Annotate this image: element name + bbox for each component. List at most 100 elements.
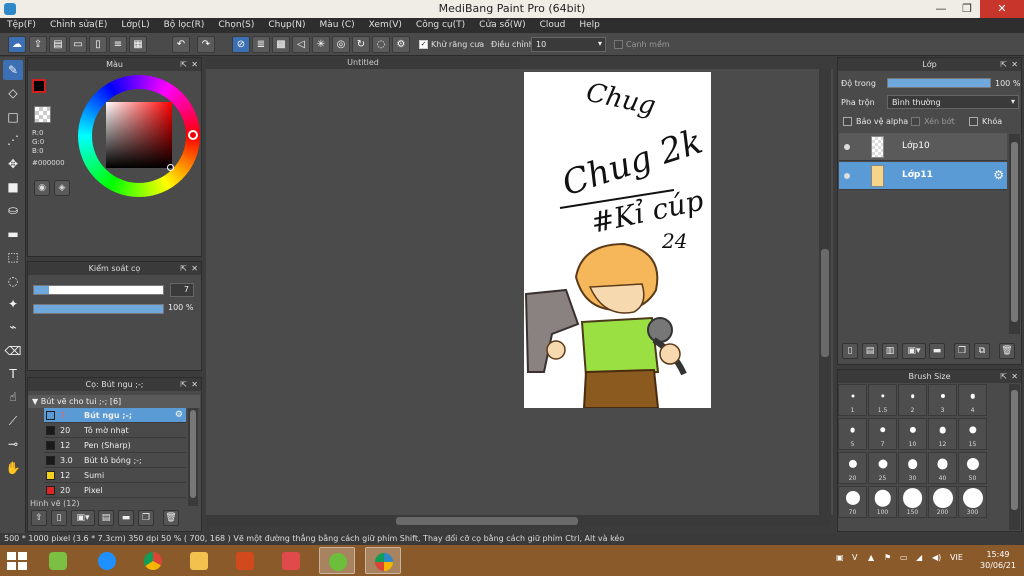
brush-opacity-slider[interactable] (33, 304, 164, 314)
layer-row[interactable]: Lớp10 (839, 133, 1007, 161)
divide-tool-icon[interactable]: ⟋ (3, 411, 23, 431)
tray-network-icon[interactable]: ◢ (916, 553, 922, 562)
brush-list-item[interactable]: 20 Pixel (44, 483, 186, 498)
brush-size-cell[interactable]: 150 (898, 486, 927, 518)
brush-size-cell[interactable]: 7 (868, 418, 897, 450)
gear-icon[interactable]: ⚙ (993, 168, 1004, 182)
new-layer-1bit-icon[interactable]: ▥ (882, 343, 898, 359)
canvas-viewport[interactable] (206, 69, 833, 515)
menu-tools[interactable]: Công cụ(T) (409, 18, 472, 33)
brush-size-cell[interactable]: 50 (958, 452, 987, 484)
dot-brush-tool-icon[interactable]: ⋰ (3, 130, 23, 150)
lasso-tool-icon[interactable]: ◌ (3, 271, 23, 291)
curve-snap-icon[interactable]: ↻ (352, 36, 370, 53)
new-layer-icon[interactable]: ▯ (842, 343, 858, 359)
layer-scroll-thumb[interactable] (1011, 142, 1018, 322)
brush-size-cell[interactable]: 25 (868, 452, 897, 484)
brush-list-item[interactable]: 3.0 Bút tô bóng ;-; (44, 453, 186, 468)
eye-icon[interactable] (844, 173, 850, 179)
brush-list-item[interactable]: 20 Tô mờ nhạt (44, 423, 186, 438)
office-app-icon[interactable] (227, 547, 263, 574)
brush-list-item[interactable]: 12 Pen (Sharp) (44, 438, 186, 453)
saturation-value-square[interactable] (106, 102, 172, 168)
text-tool-icon[interactable]: T (3, 364, 23, 384)
menu-filter[interactable]: Bộ lọc(R) (157, 18, 212, 33)
artwork-canvas[interactable]: Chug Chug 2k #Kỉ cúp 24 (524, 72, 711, 408)
brush-size-cell[interactable]: 12 (928, 418, 957, 450)
minimize-button[interactable]: — (928, 0, 954, 18)
brush-size-cell[interactable]: 5 (838, 418, 867, 450)
menu-snap[interactable]: Chụp(N) (261, 18, 312, 33)
tray-flag-icon[interactable]: ⚑ (884, 553, 891, 562)
tray-battery-icon[interactable]: ▭ (900, 553, 908, 562)
brush-size-cell[interactable]: 20 (838, 452, 867, 484)
select-tool-icon[interactable]: ⬚ (3, 247, 23, 267)
brush-size-cell[interactable]: 2 (898, 384, 927, 416)
menu-file[interactable]: Tệp(F) (0, 18, 43, 33)
brush-size-cell[interactable]: 30 (898, 452, 927, 484)
layer-scrollbar[interactable] (1009, 134, 1020, 334)
clipping-checkbox[interactable] (911, 117, 920, 126)
chat-icon[interactable]: ▭ (69, 36, 87, 53)
menu-color[interactable]: Màu (C) (313, 18, 362, 33)
magic-wand-tool-icon[interactable]: ✦ (3, 294, 23, 314)
add-brush-menu-icon[interactable]: ▣▾ (71, 510, 95, 526)
brush-list-scrollbar[interactable] (188, 408, 198, 506)
rectangle-tool-icon[interactable]: □ (3, 107, 23, 127)
close-icon[interactable]: ✕ (191, 58, 198, 71)
menu-window[interactable]: Cửa sổ(W) (472, 18, 532, 33)
blend-mode-select[interactable]: Bình thường ▾ (887, 95, 1019, 109)
brush-size-cell[interactable]: 40 (928, 452, 957, 484)
circle-snap-icon[interactable]: ◎ (332, 36, 350, 53)
parallel-snap-icon[interactable]: ≣ (252, 36, 270, 53)
tray-antivirus-icon[interactable]: V (852, 553, 857, 562)
undock-icon[interactable]: ⇱ (180, 262, 187, 275)
correction-select[interactable]: 10 ▾ (531, 37, 606, 52)
undock-icon[interactable]: ⇱ (180, 378, 187, 391)
brush-size-cell[interactable]: 3 (928, 384, 957, 416)
eraser-tool-icon[interactable]: ◇ (3, 83, 23, 103)
protect-alpha-checkbox[interactable] (843, 117, 852, 126)
canvas-tab[interactable]: Untitled (206, 57, 520, 69)
brush-size-cell[interactable]: 200 (928, 486, 957, 518)
cloud-icon[interactable]: ☁ (8, 36, 26, 53)
gear-icon[interactable]: ⚙ (175, 408, 183, 423)
brush-size-value[interactable]: 7 (170, 283, 194, 297)
brush-group-header[interactable]: ▼ Bút vẽ cho tui ;-; [6] (28, 395, 200, 408)
windows-start-icon[interactable] (7, 552, 27, 570)
select-pen-tool-icon[interactable]: ⌁ (3, 317, 23, 337)
tray-volume-icon[interactable]: ◀) (932, 553, 941, 562)
brush-size-slider[interactable] (33, 285, 164, 295)
menu-edit[interactable]: Chỉnh sửa(E) (43, 18, 114, 33)
duplicate-brush-icon[interactable]: ❐ (138, 510, 154, 526)
medibang-taskbar-icon[interactable] (365, 547, 401, 574)
layer-opacity-slider[interactable] (887, 78, 991, 88)
vanish-snap-icon[interactable]: ◁ (292, 36, 310, 53)
foreground-color-swatch[interactable] (32, 79, 46, 93)
hand-tool-icon[interactable]: ✋ (3, 458, 23, 478)
redo-icon[interactable]: ↷ (197, 36, 215, 53)
grid-icon[interactable]: ▦ (129, 36, 147, 53)
add-layer-menu-icon[interactable]: ▣▾ (902, 343, 926, 359)
folder-icon[interactable]: ▬ (929, 343, 945, 359)
canvas-vertical-thumb[interactable] (821, 249, 829, 357)
soft-edge-checkbox[interactable] (614, 40, 623, 49)
camtasia-icon[interactable] (319, 547, 355, 574)
undock-icon[interactable]: ⇱ (1000, 58, 1007, 71)
brush-size-cell[interactable]: 10 (898, 418, 927, 450)
menu-view[interactable]: Xem(V) (362, 18, 409, 33)
brush-tool-icon[interactable]: ✎ (3, 60, 23, 80)
eye-icon[interactable] (844, 144, 850, 150)
brush-size-cell[interactable]: 300 (958, 486, 987, 518)
upload-brush-icon[interactable]: ⇧ (31, 510, 47, 526)
move-tool-icon[interactable]: ✥ (3, 154, 23, 174)
canvas-vertical-scrollbar[interactable] (819, 69, 831, 515)
canvas-horizontal-thumb[interactable] (396, 517, 578, 525)
hue-marker[interactable] (188, 130, 198, 140)
new-brush-icon[interactable]: ▯ (51, 510, 67, 526)
undock-icon[interactable]: ⇱ (1000, 370, 1007, 383)
undo-icon[interactable]: ↶ (172, 36, 190, 53)
sv-marker[interactable] (167, 164, 174, 171)
brush-size-cell[interactable]: 70 (838, 486, 867, 518)
new-layer-8bit-icon[interactable]: ▤ (862, 343, 878, 359)
